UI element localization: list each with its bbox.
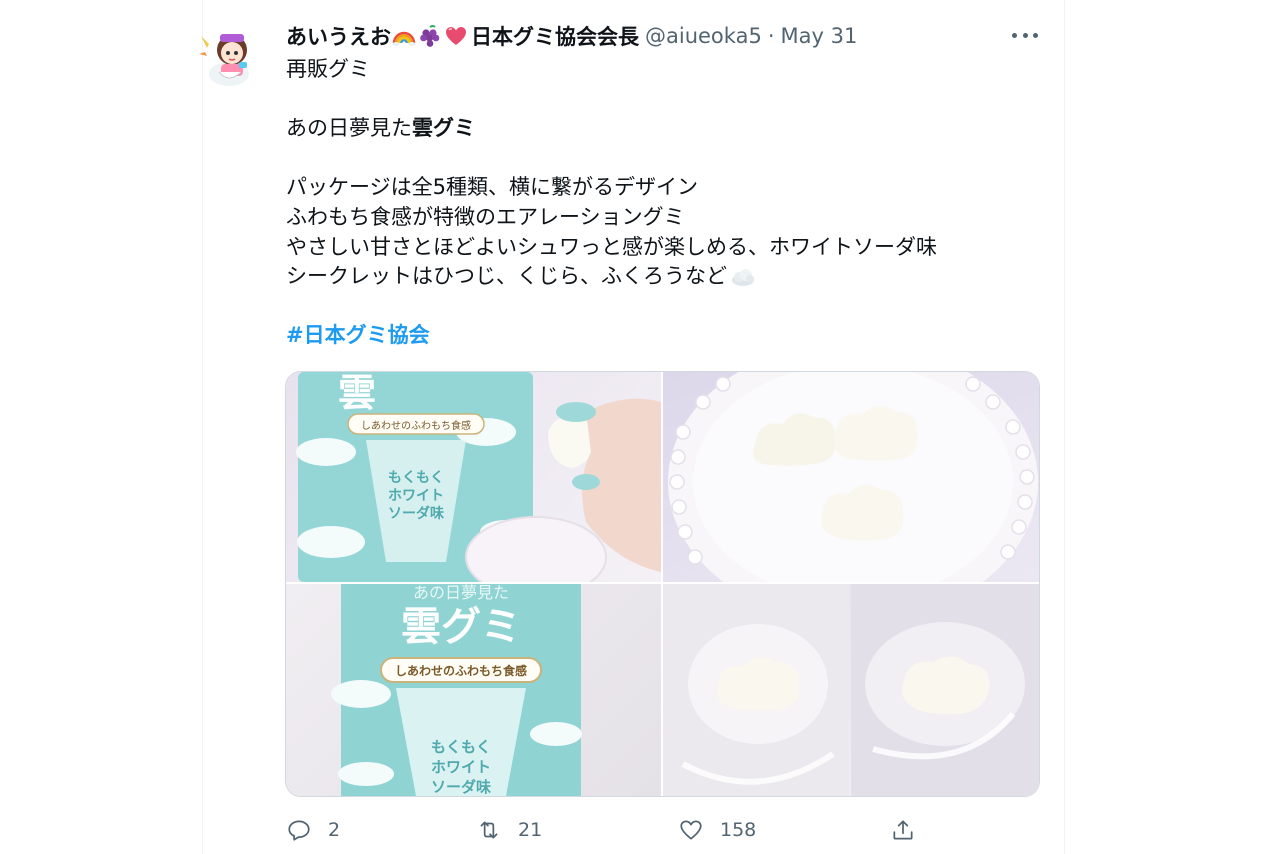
header-separator: · xyxy=(767,24,775,48)
hashtag-line: #日本グミ協会 xyxy=(286,321,1026,351)
share-button[interactable] xyxy=(890,812,916,848)
author-handle[interactable]: @aiueoka5 xyxy=(645,24,762,48)
package-title-char: 雲 xyxy=(338,372,376,415)
retweet-button[interactable]: 21 xyxy=(476,812,542,848)
like-count: 158 xyxy=(720,819,757,841)
package-line-2: ホワイト xyxy=(388,488,444,504)
heart-icon xyxy=(444,24,468,48)
photo-package-hand[interactable]: 雲 しあわせのふわもち食感 もくもく ホワイト ソーダ味 xyxy=(286,372,661,582)
reply-icon xyxy=(288,820,310,841)
package-line-1: もくもく xyxy=(388,470,444,486)
hashtag-link[interactable]: #日本グミ協会 xyxy=(286,323,430,347)
text-line-5: やさしい甘さとほどよいシュワっと感が楽しめる、ホワイトソーダ味 xyxy=(286,234,937,259)
tweet-text: 再販グミ あの日夢見た雲グミ パッケージは全5種類、横に繋がるデザイン ふわもち… xyxy=(286,55,1026,351)
share-icon xyxy=(893,820,913,840)
retweet-count: 21 xyxy=(518,819,543,841)
text-line-3: パッケージは全5種類、横に繋がるデザイン xyxy=(286,175,698,200)
reply-button[interactable]: 2 xyxy=(286,812,340,848)
package-front-subtitle: あの日夢見た xyxy=(413,584,509,602)
text-line-4: ふわもち食感が特徴のエアレーショングミ xyxy=(286,204,685,229)
package-front-tagline: しあわせのふわもち食感 xyxy=(395,663,527,678)
grapes-icon xyxy=(418,24,442,48)
more-options-icon[interactable] xyxy=(1012,26,1038,44)
text-line-2-prefix: あの日夢見た xyxy=(286,116,412,141)
package-front-line-3: ソーダ味 xyxy=(431,778,491,796)
package-front-title: 雲グミ xyxy=(401,604,521,650)
package-tagline: しあわせのふわもち食感 xyxy=(361,419,471,432)
retweet-icon xyxy=(480,821,498,839)
action-bar: 2 21 158 xyxy=(286,812,1046,848)
text-line-2: あの日夢見た雲グミ xyxy=(286,114,1026,144)
text-line-6-text: シークレットはひつじ、くじら、ふくろうなど xyxy=(286,264,727,289)
photo-gummies-on-plate[interactable] xyxy=(663,372,1039,582)
cloud-icon xyxy=(729,265,754,289)
text-line-6: シークレットはひつじ、くじら、ふくろうなど xyxy=(286,262,1026,292)
rainbow-icon xyxy=(392,24,416,48)
author-name[interactable]: あいうえお xyxy=(286,21,391,51)
photo-gummy-closeups[interactable] xyxy=(663,584,1039,796)
tweet-header: あいうえお 日本グミ協会会長 @aiueoka5 · May 31 xyxy=(286,20,857,52)
heart-outline-icon xyxy=(680,820,702,840)
text-line-1: 再販グミ xyxy=(286,57,370,81)
media-grid: 雲 しあわせのふわもち食感 もくもく ホワイト ソーダ味 あの日夢見た 雲グミ … xyxy=(285,371,1040,797)
reply-count: 2 xyxy=(328,819,341,841)
like-button[interactable]: 158 xyxy=(678,812,756,848)
package-line-3: ソーダ味 xyxy=(388,505,444,522)
package-front-line-1: もくもく xyxy=(431,738,491,756)
avatar[interactable] xyxy=(199,22,259,88)
photo-package-front[interactable]: あの日夢見た 雲グミ しあわせのふわもち食感 もくもく ホワイト ソーダ味 xyxy=(286,584,661,796)
tweet-date[interactable]: May 31 xyxy=(781,24,858,48)
author-suffix[interactable]: 日本グミ協会会長 xyxy=(471,21,639,51)
package-front-line-2: ホワイト xyxy=(431,758,491,776)
text-line-2-bold: 雲グミ xyxy=(412,116,475,141)
